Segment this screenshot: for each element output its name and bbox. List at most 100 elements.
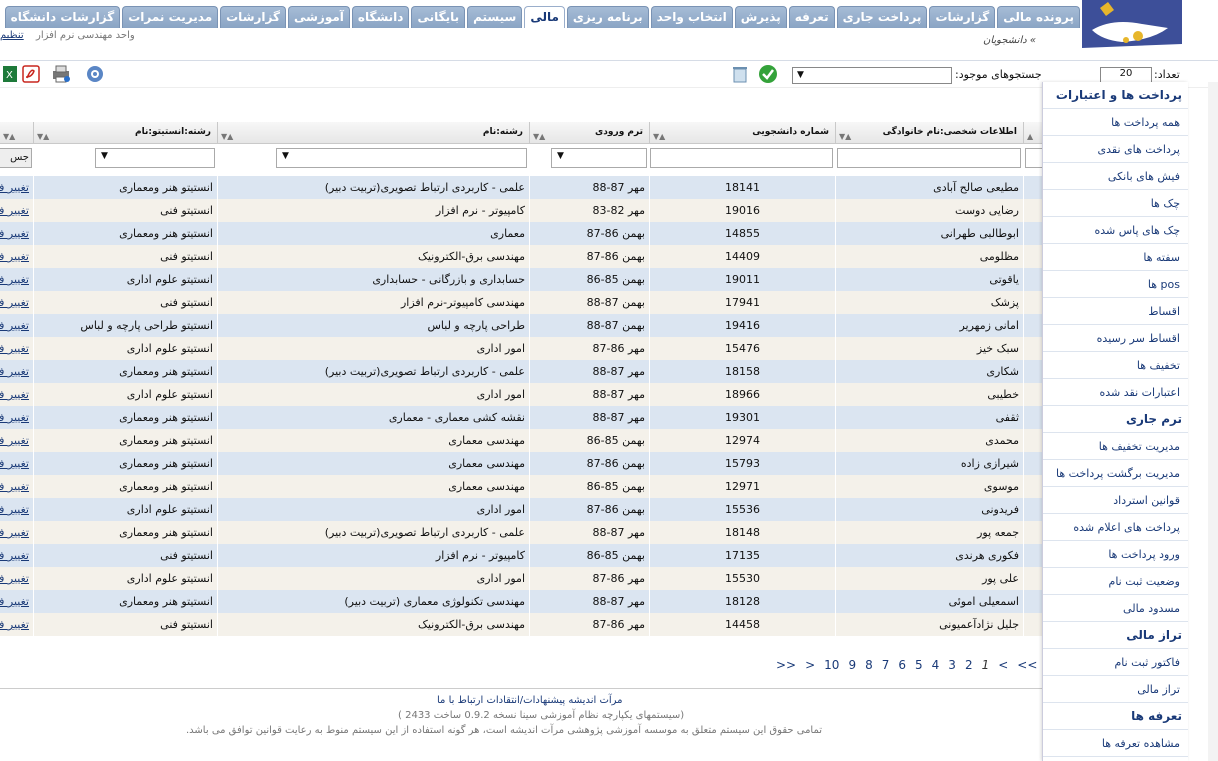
sidebar-item[interactable]: قوانین استرداد xyxy=(1043,487,1188,514)
org-link[interactable]: تنظیم xyxy=(0,30,24,41)
tab-5[interactable]: انتخاب واحد xyxy=(650,6,733,28)
page-link[interactable]: 10 xyxy=(824,658,839,676)
change-link[interactable]: تغییر فا xyxy=(0,360,34,383)
sidebar-item[interactable]: وضعیت ثبت نام xyxy=(1043,568,1188,595)
column-header-student-number[interactable]: شماره دانشجویی ▲▼ xyxy=(650,122,836,144)
table-row[interactable]: تغییر فاانستیتو هنر ومعماریمهندسی معماری… xyxy=(0,452,1044,475)
page-link[interactable]: >> xyxy=(776,658,796,676)
table-row[interactable]: تغییر فاانستیتو فنیکامپیوتر - نرم افزارب… xyxy=(0,544,1044,567)
institute-filter-select[interactable]: ▼ xyxy=(95,148,215,168)
page-link[interactable]: 7 xyxy=(882,658,890,676)
change-link[interactable]: تغییر فا xyxy=(0,429,34,452)
tab-2[interactable]: پرداخت جاری xyxy=(836,6,928,28)
print-icon[interactable] xyxy=(50,63,72,85)
change-link[interactable]: تغییر فا xyxy=(0,199,34,222)
tab-7[interactable]: مالی xyxy=(524,6,565,28)
tab-11[interactable]: آموزشی xyxy=(287,6,350,28)
table-row[interactable]: تغییر فاانستیتو هنر ومعماریمهندسی معماری… xyxy=(0,429,1044,452)
footer-link[interactable]: مرآت اندیشه پیشنهادات/انتقادات ارتباط با… xyxy=(437,695,623,706)
tab-6[interactable]: برنامه ریزی xyxy=(566,6,649,28)
change-link[interactable]: تغییر فا xyxy=(0,268,34,291)
tab-13[interactable]: مدیریت نمرات xyxy=(122,6,219,28)
filter-search-button[interactable]: جس xyxy=(0,148,32,168)
page-link[interactable]: > xyxy=(805,658,815,676)
change-link[interactable]: تغییر فا xyxy=(0,245,34,268)
sidebar-item[interactable]: اقساط سر رسیده xyxy=(1043,325,1188,352)
table-row[interactable]: تغییر فاانستیتو فنیمهندسی برق-الکترونیکب… xyxy=(0,245,1044,268)
table-row[interactable]: تغییر فاانستیتو فنیکامپیوتر - نرم افزارم… xyxy=(0,199,1044,222)
pdf-icon[interactable] xyxy=(20,63,42,85)
change-link[interactable]: تغییر فا xyxy=(0,222,34,245)
table-row[interactable]: تغییر فاانستیتو فنیمهندسی کامپیوتر-نرم ا… xyxy=(0,291,1044,314)
sidebar-item[interactable]: تراز مالی xyxy=(1043,676,1188,703)
page-link[interactable]: 9 xyxy=(848,658,856,676)
tab-3[interactable]: تعرفه xyxy=(788,6,835,28)
change-link[interactable]: تغییر فا xyxy=(0,337,34,360)
change-link[interactable]: تغییر فا xyxy=(0,475,34,498)
change-link[interactable]: تغییر فا xyxy=(0,590,34,613)
tab-4[interactable]: پذیرش xyxy=(734,6,787,28)
sidebar-item[interactable]: مشاهده تعرفه ها xyxy=(1043,730,1188,757)
page-link[interactable]: 4 xyxy=(932,658,940,676)
page-link[interactable]: < xyxy=(998,658,1008,676)
table-row[interactable]: تغییر فاانستیتو هنر ومعماریمهندسی تکنولو… xyxy=(0,590,1044,613)
change-link[interactable]: تغییر فا xyxy=(0,176,34,199)
table-row[interactable]: تغییر فاانستیتو علوم اداریحسابداری و باز… xyxy=(0,268,1044,291)
sidebar-item[interactable]: مدیریت برگشت پرداخت ها xyxy=(1043,460,1188,487)
excel-icon[interactable]: X xyxy=(0,63,22,85)
tab-8[interactable]: سیستم xyxy=(467,6,523,28)
tab-1[interactable]: گزارشات xyxy=(929,6,996,28)
change-link[interactable]: تغییر فا xyxy=(0,613,34,636)
sidebar-item[interactable]: اقساط xyxy=(1043,298,1188,325)
page-link[interactable]: 3 xyxy=(948,658,956,676)
table-row[interactable]: تغییر فاانستیتو هنر ومعماریعلمی - کاربرد… xyxy=(0,521,1044,544)
table-row[interactable]: تغییر فاانستیتو هنر ومعماریعلمی - کاربرد… xyxy=(0,176,1044,199)
sidebar-item[interactable]: مدیریت تخفیف ها xyxy=(1043,433,1188,460)
sidebar-item[interactable]: فاکتور ثبت نام xyxy=(1043,649,1188,676)
sidebar-item[interactable]: چک ها xyxy=(1043,190,1188,217)
column-header-institute[interactable]: رشته:انستیتو:نام ▲▼ xyxy=(34,122,218,144)
column-header-major[interactable]: رشته:نام ▲▼ xyxy=(218,122,530,144)
tab-9[interactable]: بایگانی xyxy=(411,6,466,28)
change-link[interactable]: تغییر فا xyxy=(0,314,34,337)
sidebar-item[interactable]: همه پرداخت ها xyxy=(1043,109,1188,136)
sidebar-item[interactable]: سفته ها xyxy=(1043,244,1188,271)
change-link[interactable]: تغییر فا xyxy=(0,452,34,475)
saved-searches-select[interactable]: ▼ xyxy=(792,67,952,84)
breadcrumb[interactable]: » دانشجویان xyxy=(983,35,1036,46)
table-row[interactable]: تغییر فاانستیتو علوم اداریامور اداریمهر … xyxy=(0,337,1044,360)
table-row[interactable]: تغییر فاانستیتو هنر ومعماریمعماریبهمن 86… xyxy=(0,222,1044,245)
sidebar-item[interactable]: تخفیف ها xyxy=(1043,352,1188,379)
sidebar-item[interactable]: اعتبارات نقد شده xyxy=(1043,379,1188,406)
major-filter-select[interactable]: ▼ xyxy=(276,148,527,168)
scrollbar[interactable] xyxy=(1208,82,1218,761)
sidebar-item[interactable]: فیش های بانکی xyxy=(1043,163,1188,190)
sidebar-item[interactable]: پرداخت های اعلام شده xyxy=(1043,514,1188,541)
table-row[interactable]: تغییر فاانستیتو علوم اداریامور اداریبهمن… xyxy=(0,498,1044,521)
column-header-entry-term[interactable]: ترم ورودی ▲▼ xyxy=(530,122,650,144)
page-link[interactable]: 2 xyxy=(965,658,973,676)
trash-icon[interactable] xyxy=(729,63,751,85)
sidebar-item[interactable]: چک های پاس شده xyxy=(1043,217,1188,244)
change-link[interactable]: تغییر فا xyxy=(0,383,34,406)
change-link[interactable]: تغییر فا xyxy=(0,498,34,521)
table-row[interactable]: تغییر فاانستیتو طراحی پارچه و لباسطراحی … xyxy=(0,314,1044,337)
tab-10[interactable]: دانشگاه xyxy=(351,6,410,28)
gear-icon[interactable] xyxy=(84,63,106,85)
column-header-actions[interactable]: ▲▼ xyxy=(0,122,34,144)
last-name-filter-input[interactable] xyxy=(837,148,1021,168)
change-link[interactable]: تغییر فا xyxy=(0,521,34,544)
tab-0[interactable]: پرونده مالی xyxy=(997,6,1080,28)
table-row[interactable]: تغییر فاانستیتو هنر ومعماریعلمی - کاربرد… xyxy=(0,360,1044,383)
change-link[interactable]: تغییر فا xyxy=(0,544,34,567)
change-link[interactable]: تغییر فا xyxy=(0,291,34,314)
column-header-last-name[interactable]: اطلاعات شخصی:نام خانوادگی ▲▼ xyxy=(836,122,1024,144)
page-link[interactable]: << xyxy=(1017,658,1037,676)
table-row[interactable]: تغییر فاانستیتو علوم اداریامور اداریمهر … xyxy=(0,383,1044,406)
sidebar-item[interactable]: pos ها xyxy=(1043,271,1188,298)
table-row[interactable]: تغییر فاانستیتو هنر ومعماریمهندسی معماری… xyxy=(0,475,1044,498)
page-link[interactable]: 1 xyxy=(982,658,990,676)
sidebar-item[interactable]: پرداخت های نقدی xyxy=(1043,136,1188,163)
change-link[interactable]: تغییر فا xyxy=(0,406,34,429)
table-row[interactable]: تغییر فاانستیتو هنر ومعمارینقشه کشی معما… xyxy=(0,406,1044,429)
